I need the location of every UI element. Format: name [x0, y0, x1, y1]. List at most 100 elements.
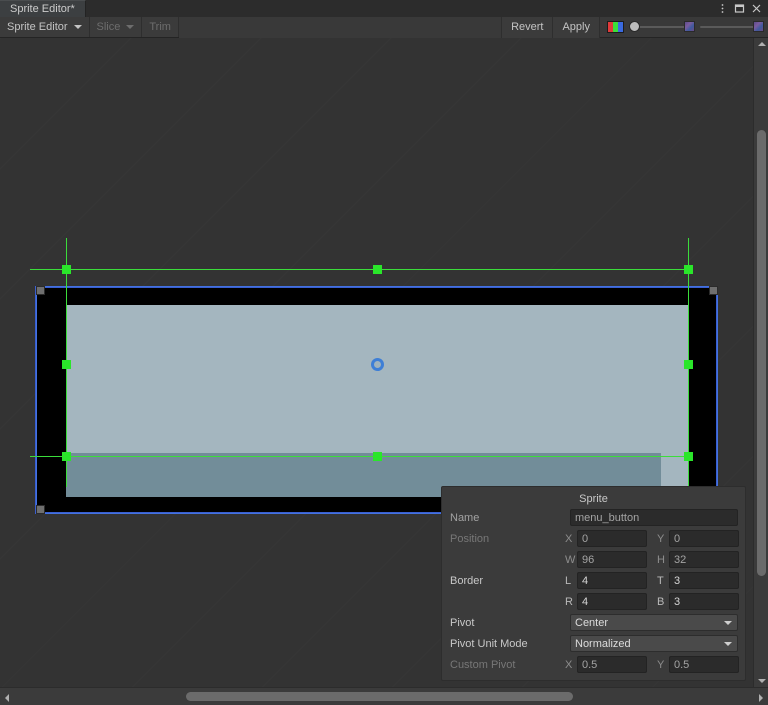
- trim-label: Trim: [149, 21, 171, 33]
- chevron-down-icon: [724, 641, 732, 646]
- rgb-channel-icon[interactable]: [607, 21, 624, 33]
- custom-pivot-y-input[interactable]: 0.5: [669, 656, 739, 673]
- scroll-left-arrow-icon[interactable]: [3, 693, 11, 702]
- border-r-value: 4: [582, 595, 589, 608]
- row-border-rb: R 4 B 3: [448, 592, 739, 611]
- name-label: Name: [450, 511, 480, 524]
- scroll-down-arrow-icon[interactable]: [757, 677, 766, 685]
- border-b-input[interactable]: 3: [669, 593, 739, 610]
- pivot-unit-mode-dropdown[interactable]: Normalized: [570, 635, 738, 652]
- vertical-scrollbar[interactable]: [753, 38, 768, 687]
- custom-pivot-x-value: 0.5: [582, 658, 598, 671]
- vertical-scrollbar-thumb[interactable]: [757, 130, 766, 576]
- border-l-value: 4: [582, 574, 589, 587]
- sprite-editor-mode-dropdown[interactable]: Sprite Editor: [0, 17, 90, 37]
- maximize-icon[interactable]: [731, 0, 748, 17]
- border-b-value: 3: [674, 595, 681, 608]
- panel-title: Sprite: [579, 493, 608, 505]
- chevron-down-icon: [73, 25, 82, 29]
- border-r-input[interactable]: 4: [577, 593, 647, 610]
- pivot-dropdown[interactable]: Center: [570, 614, 738, 631]
- position-y-value: 0: [674, 532, 681, 545]
- border-t-value: 3: [674, 574, 681, 587]
- position-h-value: 32: [674, 553, 687, 566]
- border-label: Border: [450, 574, 484, 587]
- tab-sprite-editor[interactable]: Sprite Editor*: [0, 0, 86, 17]
- apply-label: Apply: [562, 21, 590, 33]
- toolbar-right-group: Revert Apply: [502, 16, 768, 38]
- scroll-up-arrow-icon[interactable]: [757, 40, 766, 48]
- row-name: Name menu_button: [448, 508, 739, 527]
- row-border-lt: Border L 4 T 3: [448, 571, 739, 590]
- window-controls: [714, 0, 768, 17]
- row-position-xy: Position X 0 Y 0: [448, 529, 739, 548]
- horizontal-scrollbar-thumb[interactable]: [186, 692, 573, 701]
- zoom-slider[interactable]: [700, 17, 764, 38]
- border-guide-top: [30, 269, 689, 270]
- row-position-wh: W 96 H 32: [448, 550, 739, 569]
- position-w-label: W: [565, 553, 576, 566]
- position-x-input[interactable]: 0: [577, 530, 647, 547]
- custom-pivot-y-value: 0.5: [674, 658, 690, 671]
- position-w-value: 96: [582, 553, 595, 566]
- sprite-inspector-panel: Sprite Name menu_button Position X 0 Y 0: [441, 486, 746, 681]
- name-value: menu_button: [575, 511, 640, 524]
- border-r-label: R: [565, 595, 573, 608]
- border-t-label: T: [657, 574, 664, 587]
- border-l-label: L: [565, 574, 572, 587]
- zoom-slider-track[interactable]: [700, 21, 764, 32]
- border-t-input[interactable]: 3: [669, 572, 739, 589]
- custom-pivot-label: Custom Pivot: [450, 658, 516, 671]
- custom-pivot-x-input[interactable]: 0.5: [577, 656, 647, 673]
- position-x-label: X: [565, 532, 573, 545]
- pivot-value: Center: [575, 616, 609, 629]
- row-pivot-unit-mode: Pivot Unit Mode Normalized: [448, 634, 739, 653]
- chevron-down-icon: [724, 620, 732, 625]
- pivot-label: Pivot: [450, 616, 475, 629]
- sprite-editor-window: Sprite Editor* Sprite Editor Slice Trim: [0, 0, 768, 705]
- zoom-slider-knob[interactable]: [753, 21, 764, 32]
- alpha-slider-knob[interactable]: [629, 21, 640, 32]
- horizontal-scrollbar[interactable]: [0, 687, 768, 705]
- pivot-unit-mode-label: Pivot Unit Mode: [450, 637, 528, 650]
- position-y-label: Y: [657, 532, 665, 545]
- custom-pivot-x-label: X: [565, 658, 573, 671]
- border-b-label: B: [657, 595, 665, 608]
- position-y-input[interactable]: 0: [669, 530, 739, 547]
- border-handle-tl[interactable]: [62, 265, 71, 274]
- toolbar-spacer: [178, 16, 503, 38]
- chevron-down-icon: [126, 25, 135, 29]
- slice-label: Slice: [96, 21, 121, 33]
- apply-button[interactable]: Apply: [553, 16, 600, 38]
- revert-label: Revert: [511, 21, 544, 33]
- name-input[interactable]: menu_button: [570, 509, 738, 526]
- custom-pivot-y-label: Y: [657, 658, 665, 671]
- window-titlebar: Sprite Editor*: [0, 0, 768, 17]
- pivot-unit-mode-value: Normalized: [575, 637, 631, 650]
- alpha-slider-track[interactable]: [629, 21, 695, 32]
- revert-button[interactable]: Revert: [502, 16, 554, 38]
- border-handle-top[interactable]: [373, 265, 382, 274]
- alpha-slider[interactable]: [629, 17, 695, 38]
- position-w-input[interactable]: 96: [577, 551, 647, 568]
- border-handle-tr[interactable]: [684, 265, 693, 274]
- position-x-value: 0: [582, 532, 589, 545]
- position-h-input[interactable]: 32: [669, 551, 739, 568]
- row-pivot: Pivot Center: [448, 613, 739, 632]
- tab-label: Sprite Editor*: [10, 3, 75, 15]
- close-icon[interactable]: [748, 0, 765, 17]
- trim-button[interactable]: Trim: [142, 17, 179, 37]
- row-custom-pivot: Custom Pivot X 0.5 Y 0.5: [448, 655, 739, 674]
- position-label: Position: [450, 532, 490, 545]
- kebab-menu-icon[interactable]: [714, 0, 731, 17]
- texture-sheet[interactable]: [35, 286, 718, 514]
- sprite-editor-mode-label: Sprite Editor: [7, 21, 68, 33]
- position-h-label: H: [657, 553, 665, 566]
- border-l-input[interactable]: 4: [577, 572, 647, 589]
- editor-toolbar: Sprite Editor Slice Trim Revert Apply: [0, 16, 768, 38]
- tabstrip-empty-area: [85, 0, 714, 17]
- alpha-slider-end-icon[interactable]: [684, 21, 695, 32]
- scroll-right-arrow-icon[interactable]: [757, 693, 765, 702]
- slice-dropdown[interactable]: Slice: [89, 17, 143, 37]
- sprite-image[interactable]: [66, 305, 689, 497]
